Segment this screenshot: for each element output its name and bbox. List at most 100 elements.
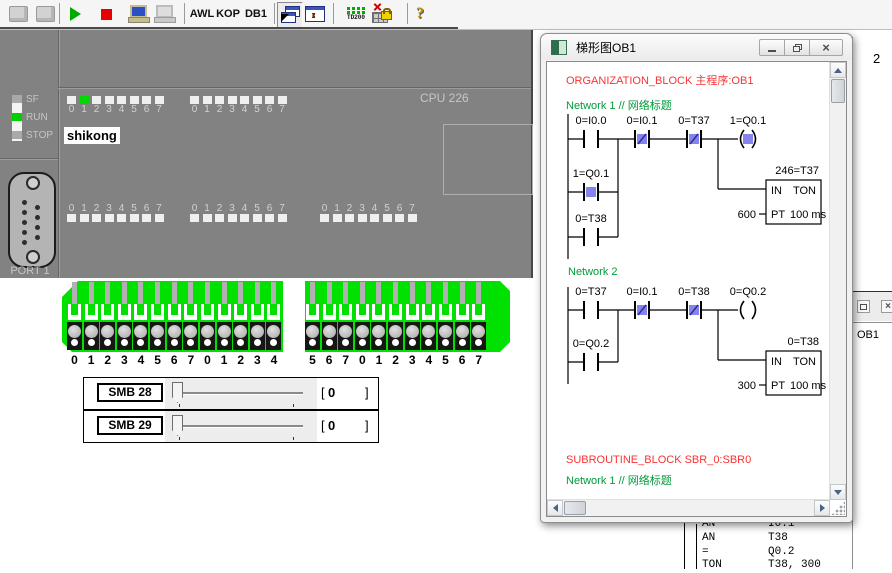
td200-button[interactable]: TD200	[342, 2, 370, 26]
open-db1-button[interactable]	[33, 2, 57, 26]
resize-grip[interactable]	[831, 501, 845, 515]
io-led	[408, 214, 417, 222]
bg-restore-button[interactable]	[857, 300, 870, 313]
vscroll-thumb[interactable]	[831, 79, 845, 103]
led-row	[190, 96, 287, 104]
output-led-group-q0: 01234567	[67, 96, 164, 115]
horizontal-scrollbar[interactable]	[547, 499, 830, 516]
restore-button[interactable]	[784, 39, 810, 56]
port-pin-icon	[22, 230, 27, 235]
chart-window-button[interactable]	[303, 2, 327, 26]
scroll-right-button[interactable]	[814, 500, 830, 516]
input-switch[interactable]	[100, 282, 116, 322]
input-switch[interactable]	[249, 282, 265, 322]
input-switch[interactable]	[338, 282, 354, 322]
lock-button[interactable]	[368, 2, 396, 26]
led-digit-label: 3	[358, 203, 367, 214]
background-tab-ob1[interactable]: OB1	[857, 329, 879, 341]
slider-track-zone[interactable]	[165, 411, 317, 442]
lamp-glint-icon	[221, 339, 228, 346]
input-switch[interactable]	[233, 282, 249, 322]
input-switch[interactable]	[305, 282, 321, 322]
slider-thumb[interactable]	[172, 415, 183, 436]
slider-tick	[293, 404, 294, 407]
input-switch[interactable]	[437, 282, 453, 322]
input-switch[interactable]	[199, 282, 215, 322]
stop-button[interactable]	[94, 2, 118, 26]
slider-track-zone[interactable]	[165, 378, 317, 409]
window-titlebar[interactable]: 梯形图OB1 ×	[541, 34, 852, 60]
network-header-text: Network 2	[568, 266, 618, 278]
slider-track[interactable]	[179, 425, 303, 428]
io-led	[80, 214, 89, 222]
bg-close-button[interactable]: ×	[881, 300, 892, 313]
ladder-window-button[interactable]	[277, 2, 303, 28]
terminal-lamp	[250, 322, 265, 350]
input-switch[interactable]	[83, 282, 99, 322]
port-pin-icon	[22, 220, 27, 225]
lamp-glint-icon	[171, 339, 178, 346]
input-switch[interactable]	[216, 282, 232, 322]
help-button[interactable]: ?	[408, 2, 432, 26]
input-switch[interactable]	[471, 282, 487, 322]
input-switch[interactable]	[266, 282, 282, 322]
input-switch[interactable]	[321, 282, 337, 322]
switch-body	[134, 304, 147, 320]
input-switch[interactable]	[133, 282, 149, 322]
slider-thumb[interactable]	[172, 382, 183, 403]
db1-view-button[interactable]: DB1	[242, 2, 270, 26]
slider-track[interactable]	[179, 392, 303, 395]
run-button[interactable]	[63, 2, 87, 26]
port-pin-icon	[35, 215, 40, 220]
terminal-lamp	[305, 322, 320, 350]
lamp-bulb-icon	[323, 325, 336, 338]
minimize-button[interactable]	[759, 39, 785, 56]
hscroll-thumb[interactable]	[564, 501, 586, 515]
input-switch[interactable]	[388, 282, 404, 322]
timer-current-value: 0=T38	[788, 336, 820, 348]
io-led	[105, 96, 114, 104]
block-header-text: SUBROUTINE_BLOCK SBR_0:SBR0	[566, 454, 751, 466]
input-switch[interactable]	[354, 282, 370, 322]
caption-buttons: ×	[760, 39, 843, 56]
terminal-lamp	[84, 322, 99, 350]
input-switch[interactable]	[404, 282, 420, 322]
io-led	[67, 214, 76, 222]
pc-disconnect-button[interactable]	[152, 2, 176, 26]
pc-connect-button[interactable]	[126, 2, 150, 26]
led-row	[67, 96, 164, 104]
scroll-left-button[interactable]	[547, 500, 563, 516]
kop-view-button[interactable]: KOP	[214, 2, 242, 26]
scroll-up-button[interactable]	[830, 62, 846, 78]
arrow-left-icon	[553, 504, 558, 512]
io-led	[320, 214, 329, 222]
open-awl-button[interactable]	[6, 2, 30, 26]
close-button[interactable]: ×	[809, 39, 843, 56]
lamp-bulb-icon	[456, 325, 469, 338]
scroll-down-button[interactable]	[830, 484, 846, 500]
terminal-lamp	[438, 322, 453, 350]
panel-groove	[0, 159, 58, 160]
terminal-lamp	[167, 322, 182, 350]
lamp-bulb-icon	[439, 325, 452, 338]
smb-value: 0	[328, 418, 335, 433]
switch-slot	[221, 304, 228, 315]
ladder-diagram-window: 梯形图OB1 × ORGANIZATION_BLOCK 主程序:OB1Netwo…	[540, 33, 853, 523]
vertical-scrollbar[interactable]	[829, 62, 846, 500]
input-switch[interactable]	[150, 282, 166, 322]
terminal-number-label: 7	[184, 353, 198, 367]
io-led	[105, 214, 114, 222]
switch-body	[251, 304, 264, 320]
input-switch[interactable]	[116, 282, 132, 322]
input-switch[interactable]	[421, 282, 437, 322]
io-led	[190, 96, 199, 104]
input-switch[interactable]	[183, 282, 199, 322]
input-switch[interactable]	[67, 282, 83, 322]
input-led-group-i2: 01234567	[320, 203, 417, 222]
input-switch[interactable]	[371, 282, 387, 322]
led-digit-label: 0	[190, 203, 199, 214]
input-switch[interactable]	[166, 282, 182, 322]
input-switch[interactable]	[454, 282, 470, 322]
awl-view-button[interactable]: AWL	[188, 2, 216, 26]
terminal-lamp	[405, 322, 420, 350]
